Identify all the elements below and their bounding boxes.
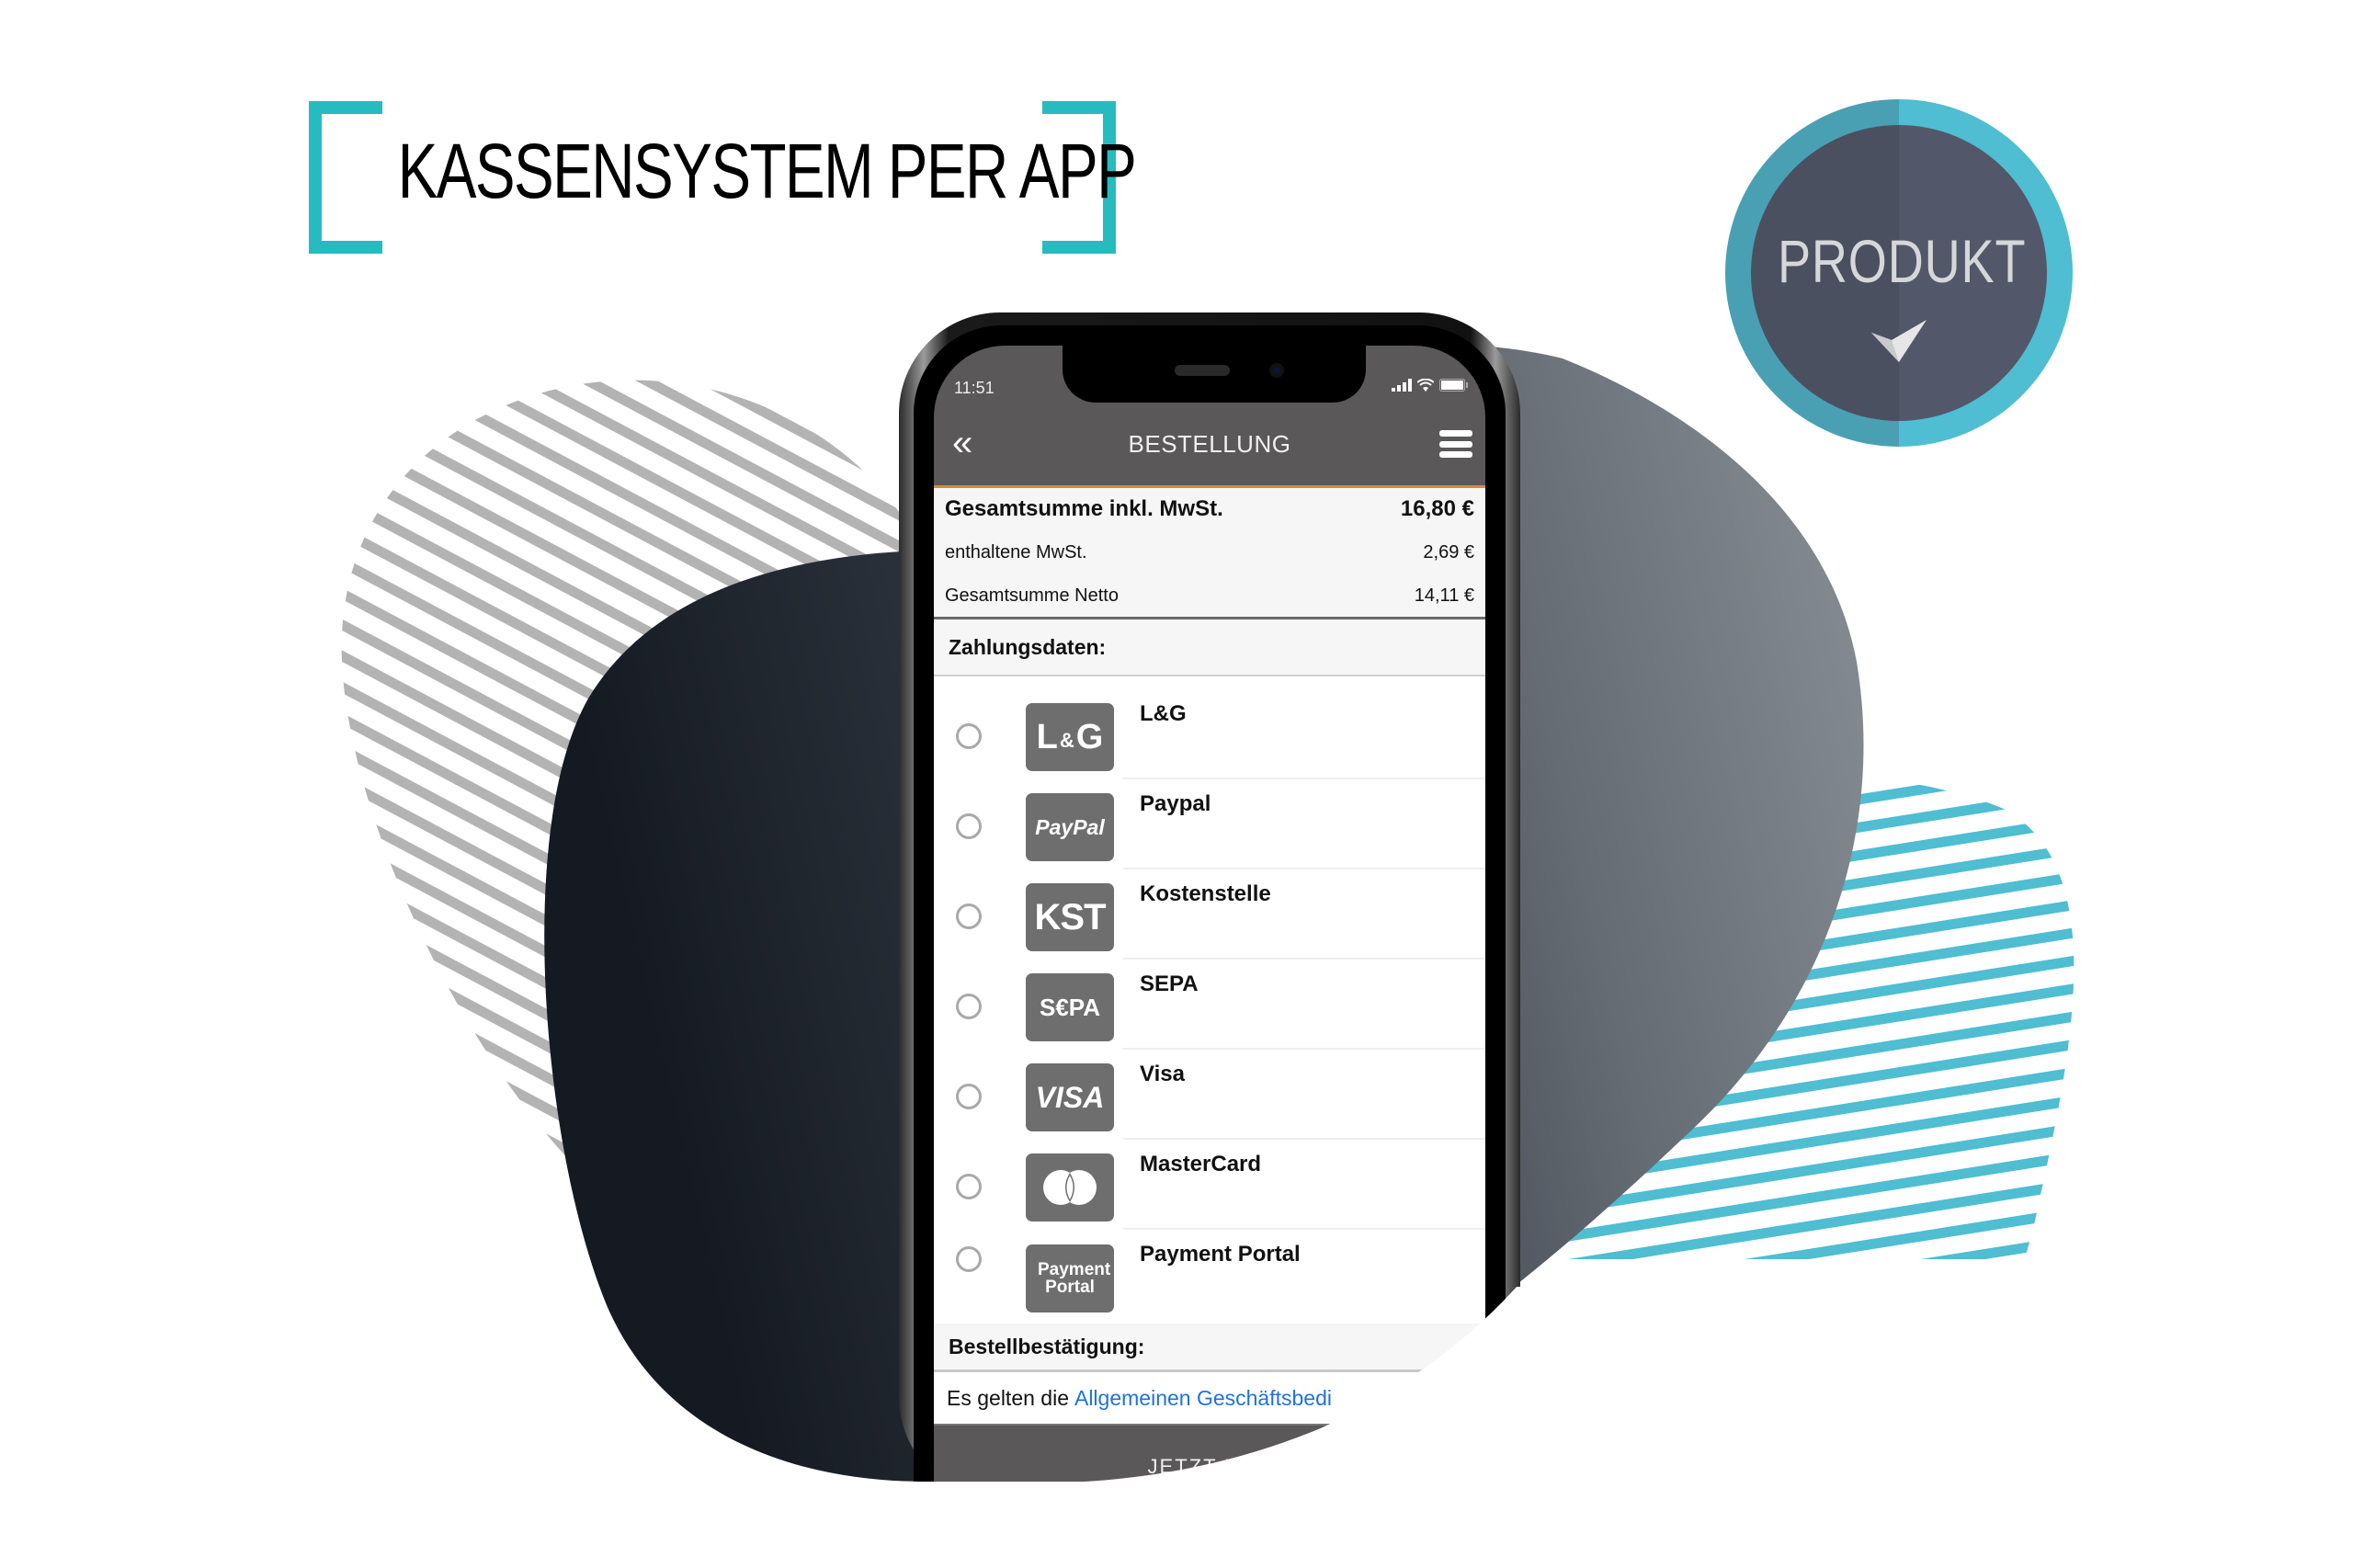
speaker-icon xyxy=(1175,365,1230,376)
produkt-badge: PRODUKT xyxy=(1725,99,2073,447)
buy-now-button[interactable]: JETZT KAU xyxy=(934,1424,1485,1498)
bracket-right-bottom xyxy=(1042,241,1116,254)
radio-button[interactable] xyxy=(956,1174,982,1199)
terms-row: Es gelten die Allgemeinen Geschäftsbedi xyxy=(934,1369,1485,1424)
payment-option-sepa[interactable]: S€PA SEPA xyxy=(934,960,1485,1050)
order-summary: Gesamtsumme inkl. MwSt. 16,80 € enthalte… xyxy=(934,488,1485,617)
sepa-logo-icon: S€PA xyxy=(1026,973,1114,1041)
summary-row-vat: enthaltene MwSt. 2,69 € xyxy=(945,530,1474,574)
payment-label: SEPA xyxy=(1140,971,1199,996)
radio-button[interactable] xyxy=(956,1246,982,1272)
status-time: 11:51 xyxy=(954,379,995,397)
summary-row-total: Gesamtsumme inkl. MwSt. 16,80 € xyxy=(945,488,1474,530)
hamburger-menu-icon[interactable] xyxy=(1439,430,1472,458)
headline-frame: KASSENSYSTEM PER APP xyxy=(309,101,1137,254)
battery-icon xyxy=(1439,379,1468,392)
page-title: KASSENSYSTEM PER APP xyxy=(397,128,1137,214)
radio-button[interactable] xyxy=(956,723,982,749)
nav-title: BESTELLUNG xyxy=(1128,430,1291,458)
bracket-left-bottom xyxy=(309,241,382,254)
payment-option-visa[interactable]: VISA Visa xyxy=(934,1050,1485,1140)
lg-logo-icon: L & G xyxy=(1026,703,1114,771)
summary-value: 2,69 € xyxy=(1423,541,1474,562)
badge-inner: PRODUKT xyxy=(1751,125,2047,421)
payment-option-mastercard[interactable]: MasterCard xyxy=(934,1140,1485,1230)
summary-label: Gesamtsumme Netto xyxy=(945,585,1119,606)
terms-link[interactable]: Allgemeinen Geschäftsbedi xyxy=(1074,1386,1332,1411)
phone-screen: 11:51 « BESTELLUNG Gesamtsumme inkl. MwS… xyxy=(934,346,1485,1498)
terms-text: Es gelten die xyxy=(947,1385,1069,1410)
phone-bezel: 11:51 « BESTELLUNG Gesamtsumme inkl. MwS… xyxy=(914,325,1506,1498)
payment-label: MasterCard xyxy=(1140,1152,1262,1176)
logo-text: Payment Portal xyxy=(1038,1260,1111,1297)
summary-label: enthaltene MwSt. xyxy=(945,541,1087,562)
radio-button[interactable] xyxy=(956,1084,982,1109)
phone-mockup: 11:51 « BESTELLUNG Gesamtsumme inkl. MwS… xyxy=(899,312,1520,1498)
camera-icon xyxy=(1269,363,1284,378)
checkmark-icon xyxy=(1871,320,1927,362)
summary-value: 14,11 € xyxy=(1414,585,1474,606)
summary-row-net: Gesamtsumme Netto 14,11 € xyxy=(945,574,1474,617)
summary-value: 16,80 € xyxy=(1400,496,1474,521)
payment-option-payment-portal[interactable]: Payment Portal Payment Portal xyxy=(934,1230,1485,1324)
summary-label: Gesamtsumme inkl. MwSt. xyxy=(945,496,1223,521)
kst-logo-icon: KST xyxy=(1026,883,1114,951)
payment-portal-logo-icon: Payment Portal xyxy=(1026,1244,1114,1312)
phone-notch xyxy=(1063,346,1366,403)
payment-label: Paypal xyxy=(1140,791,1211,816)
badge-label: PRODUKT xyxy=(1777,227,2027,295)
payment-label: Payment Portal xyxy=(1140,1242,1301,1267)
bracket-left xyxy=(309,101,322,254)
status-icons xyxy=(1392,379,1469,392)
mastercard-logo-icon xyxy=(1026,1153,1114,1221)
mastercard-icon xyxy=(1043,1170,1097,1205)
radio-button[interactable] xyxy=(956,903,982,929)
wifi-icon xyxy=(1417,379,1434,392)
paypal-logo-icon: PayPal xyxy=(1026,793,1114,861)
payment-label: L&G xyxy=(1140,701,1187,726)
visa-logo-icon: VISA xyxy=(1026,1063,1114,1131)
payment-heading: Zahlungsdaten: xyxy=(934,617,1485,676)
payment-label: Kostenstelle xyxy=(1140,881,1271,906)
payment-option-paypal[interactable]: PayPal Paypal xyxy=(934,779,1485,869)
nav-bar: « BESTELLUNG xyxy=(934,403,1485,485)
payment-option-lg[interactable]: L & G L&G xyxy=(934,689,1485,779)
radio-button[interactable] xyxy=(956,813,982,839)
payment-option-kostenstelle[interactable]: KST Kostenstelle xyxy=(934,869,1485,960)
confirmation-heading: Bestellbestätigung: xyxy=(934,1324,1485,1369)
signal-icon xyxy=(1392,379,1412,392)
order-content: Gesamtsumme inkl. MwSt. 16,80 € enthalte… xyxy=(934,485,1485,1498)
radio-button[interactable] xyxy=(956,994,982,1019)
payment-label: Visa xyxy=(1140,1062,1185,1086)
